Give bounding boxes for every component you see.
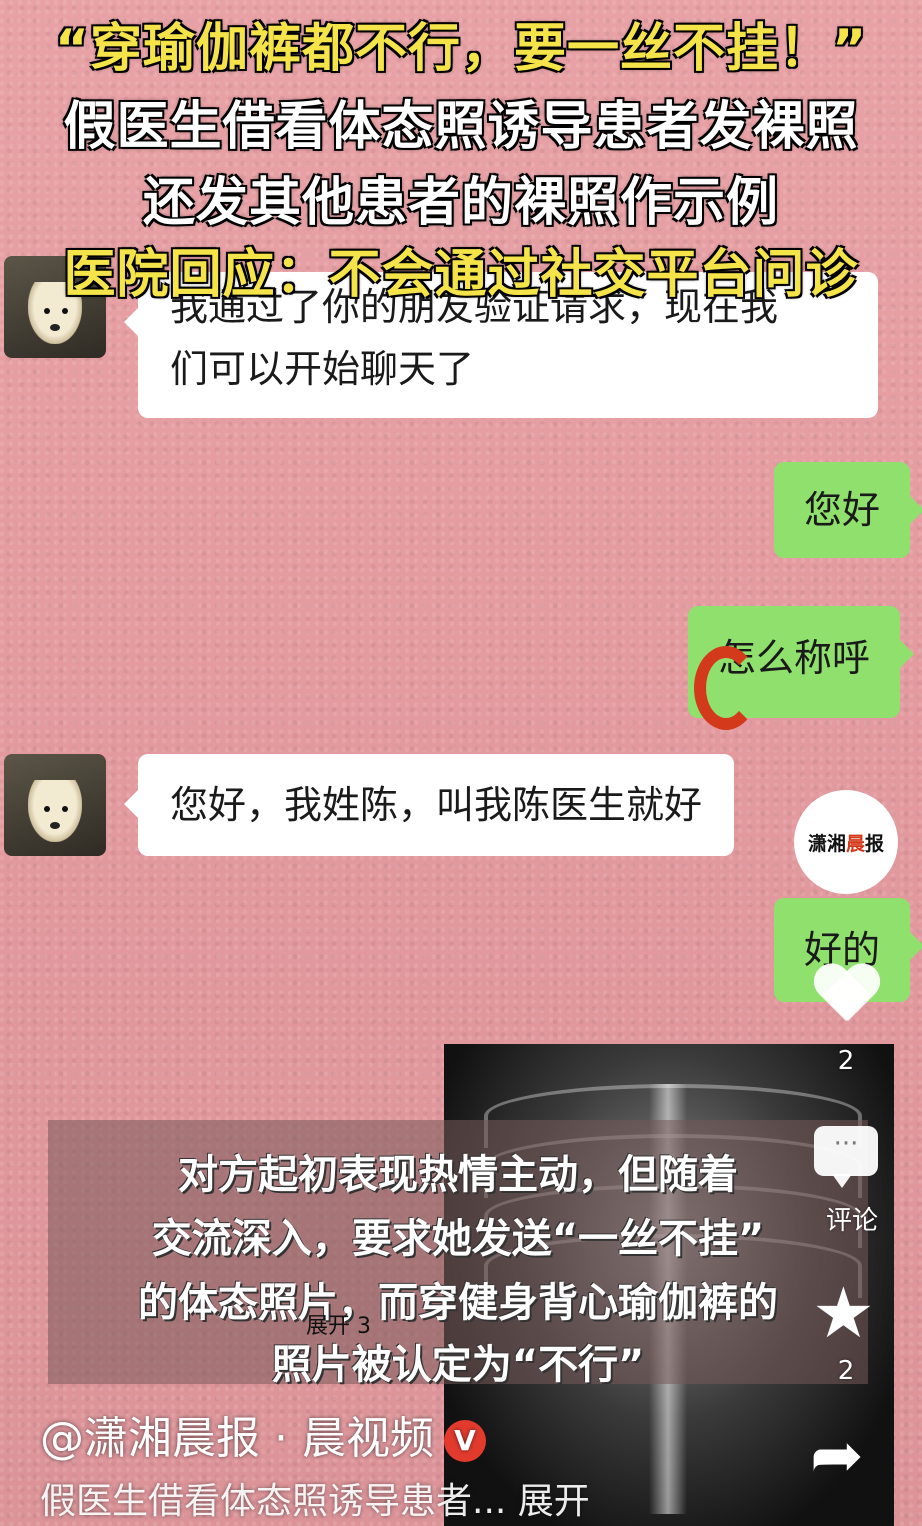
headline-line: 还发其他患者的裸照作示例 xyxy=(142,173,779,233)
watermark-logo xyxy=(690,640,890,730)
brand-logo[interactable]: 潇湘晨报 xyxy=(794,790,898,894)
comment-label: 评论 xyxy=(825,1206,878,1236)
video-description[interactable]: 假医生借看体态照诱导患者... 展开 xyxy=(40,1472,590,1524)
brand-text-red: 晨 xyxy=(845,832,865,855)
nose-dot xyxy=(50,822,60,829)
comment-icon[interactable]: ··· xyxy=(814,1126,878,1188)
share-arrow-icon[interactable]: ➦ xyxy=(810,1424,864,1488)
eye-dot xyxy=(62,806,68,812)
headline-line: 假医生借看体态照诱导患者发裸照 xyxy=(63,97,859,157)
headline-line: 医院回应：不会通过社交平台问诊 xyxy=(63,245,859,305)
caption-line: 对方起初表现热情主动，但随着 xyxy=(178,1152,738,1198)
headline-line: “穿瑜伽裤都不行，要一丝不挂！” xyxy=(54,19,868,79)
caption-line: 交流深入，要求她发送“一丝不挂” xyxy=(151,1216,765,1262)
expand-link[interactable]: 展开 3 xyxy=(306,1308,371,1340)
brand-text: 潇湘 xyxy=(807,832,846,855)
verified-badge-icon: V xyxy=(443,1420,486,1462)
eye-dot xyxy=(62,308,68,314)
eye-dot xyxy=(44,308,50,314)
caption-line: 照片被认定为“不行” xyxy=(271,1342,645,1388)
author-name[interactable]: @潇湘晨报 · 晨视频 xyxy=(40,1413,434,1464)
outgoing-message: 您好 xyxy=(774,462,922,558)
brand-text: 报 xyxy=(865,832,885,855)
favorite-count: 2 xyxy=(837,1356,855,1386)
dog-image xyxy=(28,780,82,842)
message-text: 您好 xyxy=(804,488,881,532)
favorite-star-icon[interactable]: ★ xyxy=(812,1278,875,1348)
caption-overlay: 对方起初表现热情主动，但随着 交流深入，要求她发送“一丝不挂” 的体态照片，而穿… xyxy=(48,1120,868,1388)
contact-avatar[interactable] xyxy=(4,754,106,856)
author-line[interactable]: @潇湘晨报 · 晨视频 V xyxy=(40,1402,486,1466)
logo-c-icon xyxy=(694,646,758,730)
like-count: 2 xyxy=(837,1046,855,1076)
incoming-message: 您好，我姓陈，叫我陈医生就好 xyxy=(123,754,735,856)
caption-line: 的体态照片，而穿健身背心瑜伽裤的 xyxy=(138,1280,778,1326)
message-text-line: 们可以开始聊天了 xyxy=(170,347,475,391)
message-text: 您好，我姓陈，叫我陈医生就好 xyxy=(170,783,703,827)
nose-dot xyxy=(50,324,60,331)
like-heart-icon[interactable] xyxy=(812,965,880,1025)
eye-dot xyxy=(44,806,50,812)
